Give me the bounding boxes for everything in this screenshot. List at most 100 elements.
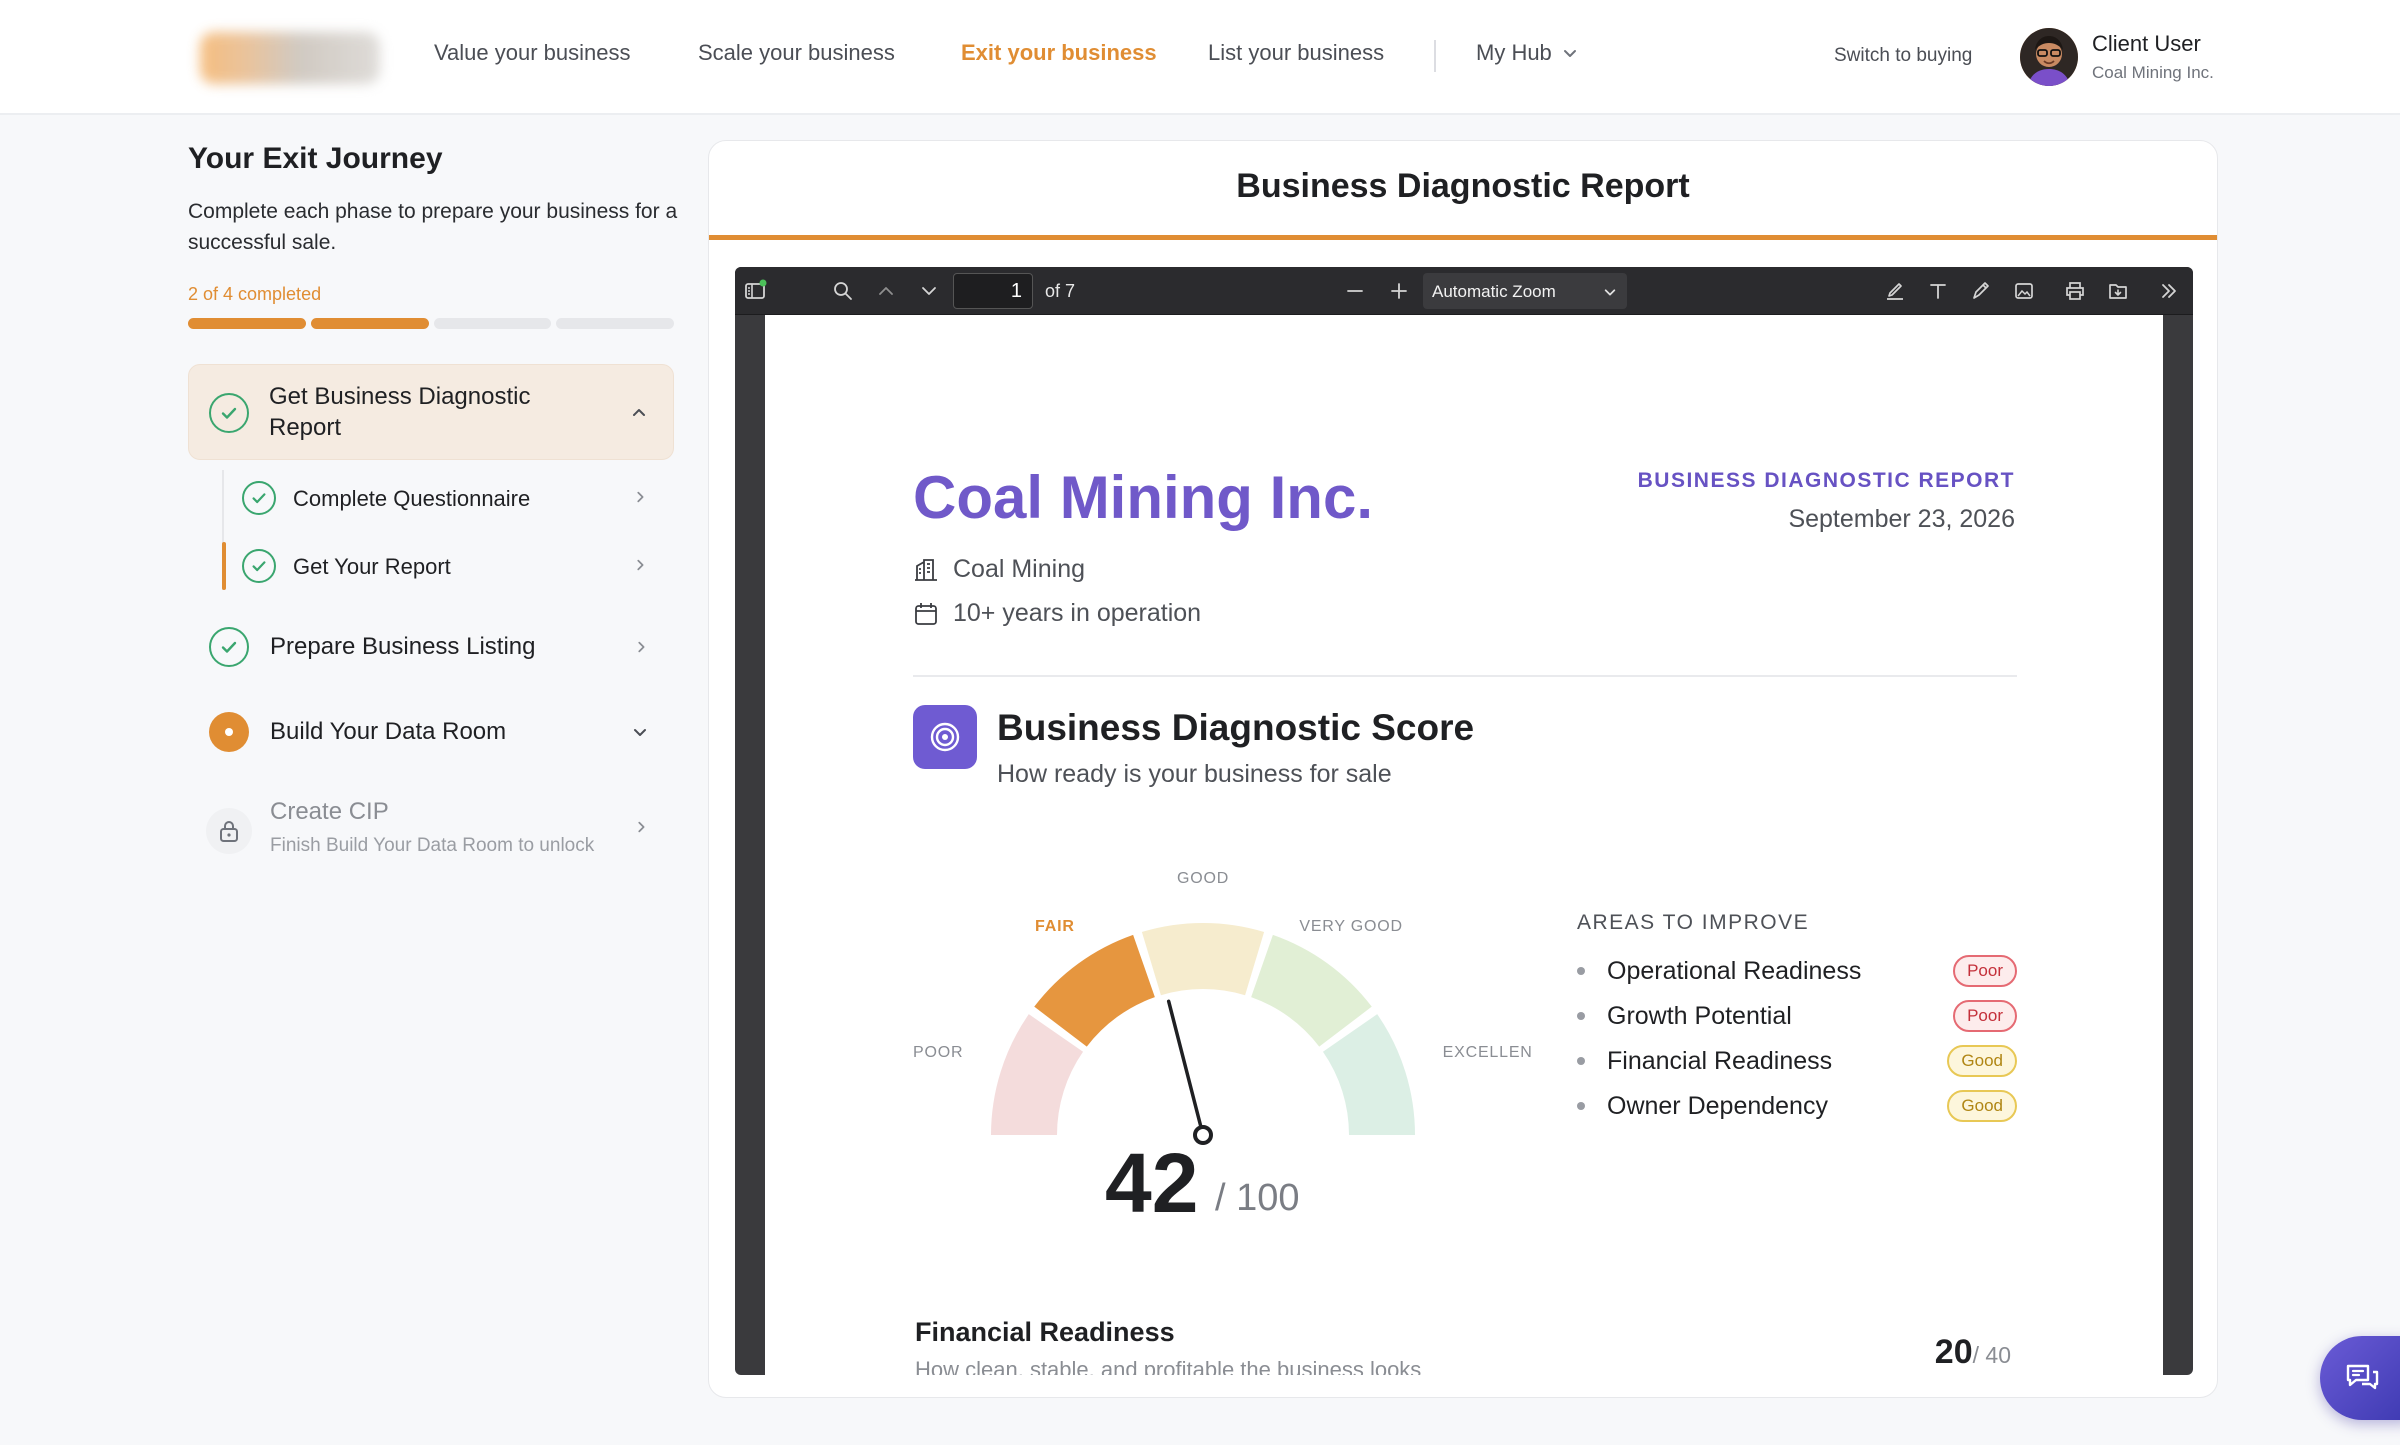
area-item: Operational Readiness Poor <box>1577 953 2017 989</box>
target-icon <box>913 705 977 769</box>
chevron-right-icon <box>637 559 644 571</box>
progress-segment <box>188 318 306 329</box>
chevron-down-icon <box>1563 50 1576 57</box>
gauge-label: VERY GOOD <box>1299 918 1403 935</box>
area-name: Owner Dependency <box>1607 1091 1828 1120</box>
report-kicker: BUSINESS DIAGNOSTIC REPORT <box>1637 469 2015 492</box>
gauge-segment-good <box>1141 923 1265 996</box>
score-max: / 100 <box>1215 1177 1300 1219</box>
highlight-icon[interactable] <box>1883 279 1907 303</box>
nav-divider <box>1434 40 1436 72</box>
substep-active-indicator <box>222 542 226 590</box>
nav-my-hub-label: My Hub <box>1476 40 1552 65</box>
text-tool-icon[interactable] <box>1926 279 1950 303</box>
gauge-segment-fair <box>1034 934 1155 1047</box>
nav-scale-your-business[interactable]: Scale your business <box>698 40 895 66</box>
image-tool-icon[interactable] <box>2012 279 2036 303</box>
gauge-label: POOR <box>913 1044 963 1061</box>
sidebar-title: Your Exit Journey <box>188 142 443 175</box>
score-subtitle: How ready is your business for sale <box>997 760 1392 788</box>
zoom-select[interactable]: Automatic Zoom <box>1423 273 1627 309</box>
sidebar-toggle-icon[interactable] <box>743 279 767 303</box>
nav-exit-your-business[interactable]: Exit your business <box>961 40 1157 66</box>
page-number-input[interactable] <box>953 273 1033 309</box>
section-divider <box>913 675 2017 677</box>
title-accent-rule <box>709 235 2217 240</box>
rating-badge: Good <box>1947 1090 2017 1122</box>
pdf-viewer[interactable]: of 7 Automatic Zoom Coal Mining Inc. BUS… <box>735 267 2193 1375</box>
save-icon[interactable] <box>2106 279 2130 303</box>
in-progress-icon <box>209 712 249 752</box>
page-count: of 7 <box>1045 281 1076 301</box>
progress-segment <box>556 318 674 329</box>
gauge-label: FAIR <box>1035 918 1075 935</box>
progress-label: 2 of 4 completed <box>188 284 322 304</box>
substep-label: Complete Questionnaire <box>293 486 531 511</box>
switch-to-buying-link[interactable]: Switch to buying <box>1834 45 1972 67</box>
step-label: Build Your Data Room <box>270 718 507 745</box>
area-item: Owner Dependency Good <box>1577 1088 2017 1124</box>
section-subheading: How clean, stable, and profitable the bu… <box>915 1357 1422 1375</box>
calendar-icon <box>915 602 937 625</box>
step-label: Prepare Business Listing <box>270 633 536 660</box>
zoom-out-icon[interactable] <box>1343 279 1367 303</box>
years-label: 10+ years in operation <box>953 599 1202 627</box>
gauge-label: GOOD <box>1177 870 1229 887</box>
report-date: September 23, 2026 <box>1788 505 2015 533</box>
check-circle-icon <box>242 549 276 583</box>
bullet-icon <box>1577 1057 1585 1065</box>
section-score-value: 20 <box>1934 1333 1973 1371</box>
brand-logo[interactable] <box>200 32 380 84</box>
bullet-icon <box>1577 967 1585 975</box>
user-name: Client User <box>2092 31 2201 56</box>
step-label: Create CIP <box>270 798 389 825</box>
substep-label: Get Your Report <box>293 554 451 579</box>
step-label: Get Business Diagnostic Report <box>269 383 531 441</box>
progress-segment <box>310 318 429 329</box>
previous-page-icon[interactable] <box>874 279 898 303</box>
chat-button[interactable] <box>2320 1336 2400 1420</box>
sidebar-description: Complete each phase to prepare your busi… <box>188 200 678 254</box>
chevron-right-icon <box>638 641 645 653</box>
years-row: 10+ years in operation <box>913 599 1201 628</box>
progress-segment <box>433 318 552 329</box>
areas-to-improve-title: AREAS TO IMPROVE <box>1577 911 1810 934</box>
draw-icon[interactable] <box>1969 279 1993 303</box>
bullet-icon <box>1577 1012 1585 1020</box>
section-score-max: / 40 <box>1972 1342 2011 1368</box>
industry-row: Coal Mining <box>913 555 1085 584</box>
industry-label: Coal Mining <box>953 555 1086 583</box>
user-company: Coal Mining Inc. <box>2092 63 2214 82</box>
next-page-icon[interactable] <box>917 279 941 303</box>
pdf-toolbar: of 7 Automatic Zoom <box>735 267 2193 315</box>
chevron-right-icon <box>638 821 645 833</box>
area-item: Growth Potential Poor <box>1577 998 2017 1034</box>
chevron-right-icon <box>637 491 644 503</box>
avatar[interactable] <box>2020 28 2078 86</box>
search-icon[interactable] <box>831 279 855 303</box>
zoom-in-icon[interactable] <box>1387 279 1411 303</box>
print-icon[interactable] <box>2063 279 2087 303</box>
tools-menu-icon[interactable] <box>2157 279 2181 303</box>
rating-badge: Good <box>1947 1045 2017 1077</box>
check-circle-icon <box>242 481 276 515</box>
step-get-business-diagnostic-report[interactable]: Get Business Diagnostic Report <box>188 364 674 460</box>
chevron-down-icon <box>1604 289 1616 296</box>
rating-badge: Poor <box>1953 1000 2017 1032</box>
nav-list-your-business[interactable]: List your business <box>1208 40 1384 66</box>
building-icon <box>915 558 937 581</box>
check-circle-icon <box>209 393 249 433</box>
score-gauge: POOR FAIR GOOD VERY GOOD EXCELLENT <box>913 870 1533 1145</box>
gauge-segment-very-good <box>1251 934 1372 1047</box>
nav-value-your-business[interactable]: Value your business <box>434 40 631 66</box>
chevron-up-icon[interactable] <box>631 405 647 421</box>
zoom-select-value: Automatic Zoom <box>1432 282 1556 301</box>
company-name: Coal Mining Inc. <box>913 464 1373 531</box>
nav-my-hub-dropdown[interactable]: My Hub <box>1476 40 1578 66</box>
user-avatar-icon <box>2020 28 2078 86</box>
check-circle-icon <box>209 627 249 667</box>
score-title: Business Diagnostic Score <box>997 707 1475 748</box>
chevron-down-icon <box>634 729 646 736</box>
step-locked-hint: Finish Build Your Data Room to unlock <box>270 835 595 856</box>
chat-icon <box>2346 1364 2379 1390</box>
